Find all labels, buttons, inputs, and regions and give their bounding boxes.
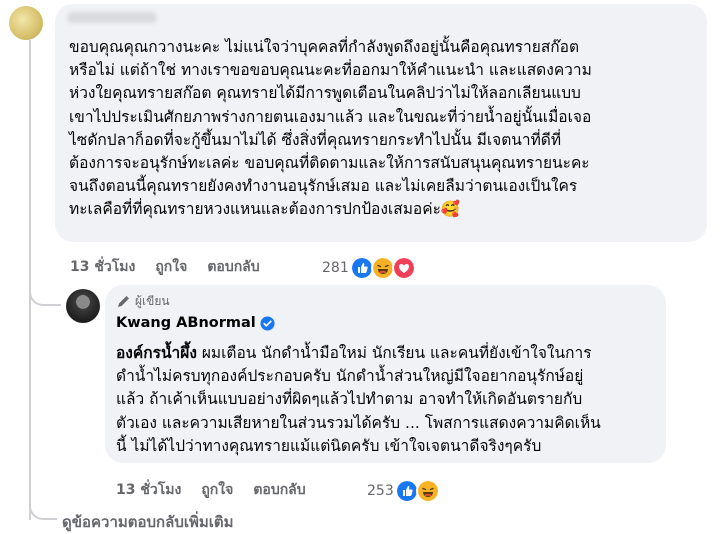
author-badge-label: ผู้เขียน — [135, 294, 170, 308]
page-mention[interactable]: องค์กรน้ำผึ้ง — [116, 344, 197, 362]
reply-like-button[interactable]: ถูกใจ — [201, 479, 233, 501]
thread-connector-more — [29, 470, 57, 520]
main-comment-actions: 13 ชั่วโมง ถูกใจ ตอบกลับ — [70, 256, 260, 278]
reply-button[interactable]: ตอบกลับ — [207, 256, 259, 278]
reply-author-row: Kwang ABnormal — [116, 315, 275, 331]
like-button[interactable]: ถูกใจ — [155, 256, 187, 278]
reply-reply-button[interactable]: ตอบกลับ — [253, 479, 305, 501]
reply-comment-actions: 13 ชั่วโมง ถูกใจ ตอบกลับ — [116, 479, 306, 501]
comment-time[interactable]: 13 ชั่วโมง — [70, 256, 135, 278]
main-comment-text: ขอบคุณคุณกวางนะคะ ไม่แน่ใจว่าบุคคลที่กำล… — [69, 38, 592, 219]
more-replies-link[interactable]: ดูข้อความตอบกลับเพิ่มเติม — [62, 510, 234, 534]
author-avatar[interactable] — [66, 289, 100, 323]
pen-icon — [118, 295, 129, 307]
reply-comment-text: องค์กรน้ำผึ้ง ผมเตือน นักดำน้ำมือใหม่ นั… — [116, 342, 661, 458]
reply-reaction-count[interactable]: 253 — [367, 483, 394, 499]
author-badge: ผู้เขียน — [116, 292, 170, 311]
reply-reactions[interactable]: 253 — [367, 479, 440, 503]
commenter-name-blurred[interactable] — [67, 12, 157, 23]
commenter-avatar[interactable] — [9, 6, 43, 40]
haha-icon — [415, 479, 440, 503]
reaction-count[interactable]: 281 — [322, 260, 349, 276]
reply-author-name[interactable]: Kwang ABnormal — [116, 315, 256, 331]
thread-connector-reply — [29, 258, 61, 306]
main-reactions[interactable]: 281 — [322, 256, 416, 280]
love-icon — [391, 256, 416, 280]
verified-badge-icon — [260, 315, 275, 331]
reply-time[interactable]: 13 ชั่วโมง — [116, 479, 181, 501]
